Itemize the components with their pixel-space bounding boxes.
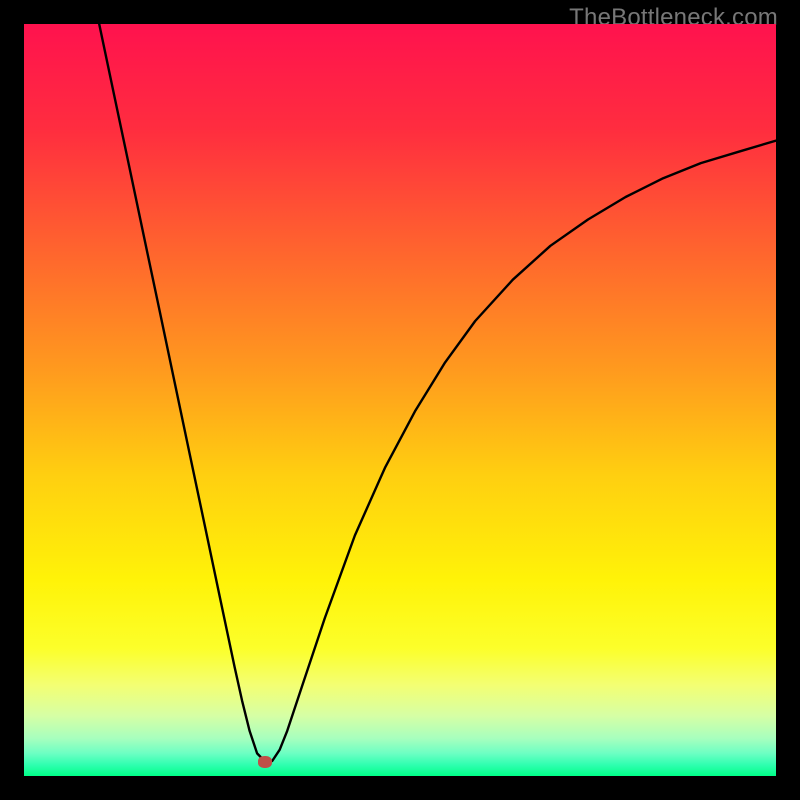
curve-path [99,24,776,761]
bottleneck-curve [24,24,776,776]
optimum-marker [258,756,272,768]
chart-frame: TheBottleneck.com [0,0,800,800]
plot-area [24,24,776,776]
